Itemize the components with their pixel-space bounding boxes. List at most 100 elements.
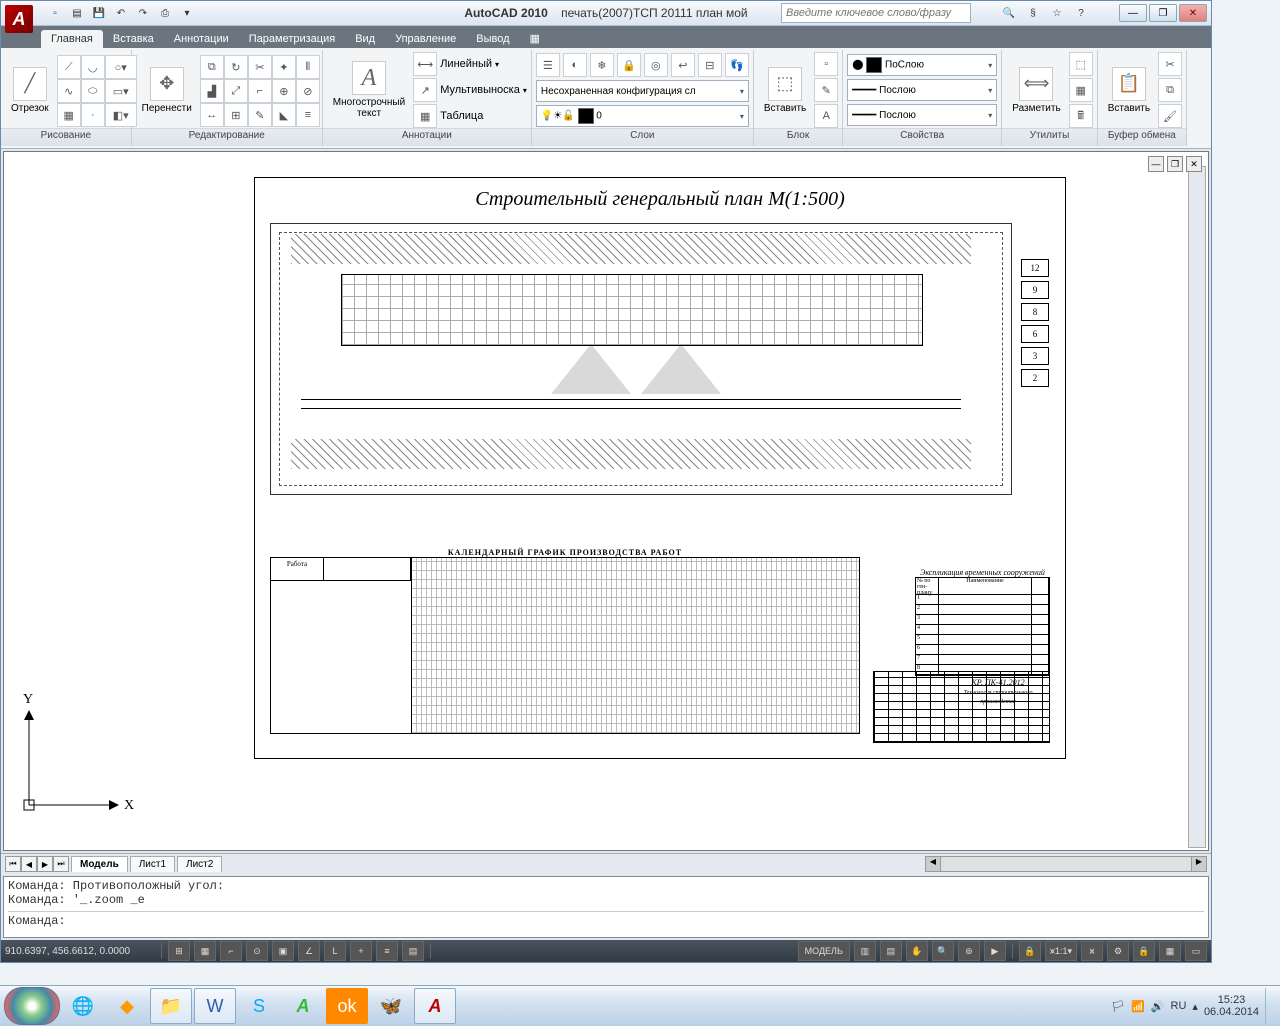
dyn-btn[interactable]: + bbox=[350, 941, 372, 961]
tb-skype[interactable]: S bbox=[238, 988, 280, 1024]
hw-accel[interactable]: ▦ bbox=[1159, 941, 1181, 961]
align-btn[interactable]: ≡ bbox=[296, 103, 320, 127]
rotate-btn[interactable]: ↻ bbox=[224, 55, 248, 79]
polar-btn[interactable]: ⊙ bbox=[246, 941, 268, 961]
tb-chrome[interactable]: 🌐 bbox=[62, 988, 104, 1024]
tab-parametric[interactable]: Параметризация bbox=[239, 30, 345, 48]
scale-btn[interactable]: ⤢ bbox=[224, 79, 248, 103]
qat-more[interactable]: ▾ bbox=[177, 3, 197, 23]
qat-redo[interactable]: ↷ bbox=[133, 3, 153, 23]
dim-linear-label[interactable]: Линейный bbox=[440, 58, 492, 70]
table-icon[interactable]: ▦ bbox=[413, 104, 437, 128]
spline-btn[interactable]: ∿ bbox=[57, 79, 81, 103]
tab-home[interactable]: Главная bbox=[41, 30, 103, 48]
coordinates[interactable]: 910.6397, 456.6612, 0.0000 bbox=[5, 946, 155, 957]
mleader-label[interactable]: Мультивыноска bbox=[440, 84, 520, 96]
cmd-prompt[interactable]: Команда: bbox=[8, 911, 1204, 928]
stretch-btn[interactable]: ↔ bbox=[200, 103, 224, 127]
minimize-button[interactable]: ― bbox=[1119, 4, 1147, 22]
tab-next[interactable]: ▶ bbox=[37, 856, 53, 872]
arc-btn[interactable]: ◡ bbox=[81, 55, 105, 79]
help-search[interactable] bbox=[781, 3, 971, 23]
mleader-icon[interactable]: ↗ bbox=[413, 78, 437, 102]
app-logo[interactable]: A bbox=[5, 5, 33, 33]
insert-block-button[interactable]: ⬚Вставить bbox=[758, 52, 812, 128]
lwt-btn[interactable]: ≡ bbox=[376, 941, 398, 961]
layer-combo[interactable]: 💡☀🔓 0▾ bbox=[536, 105, 749, 127]
color-combo[interactable]: ⬤ ПоСлою▾ bbox=[847, 54, 997, 76]
paste-button[interactable]: 📋Вставить bbox=[1102, 52, 1156, 128]
layer-config-combo[interactable]: Несохраненная конфигурация сл▾ bbox=[536, 80, 749, 102]
table-label[interactable]: Таблица bbox=[440, 110, 483, 122]
ortho-btn[interactable]: ⌐ bbox=[220, 941, 242, 961]
close-button[interactable]: ✕ bbox=[1179, 4, 1207, 22]
tab-last[interactable]: ⏭ bbox=[53, 856, 69, 872]
drawing-area[interactable]: ―❐✕ Строительный генеральный план М(1:50… bbox=[3, 151, 1209, 851]
tray-sound[interactable]: 🔊 bbox=[1151, 1000, 1165, 1013]
tab-express[interactable]: ▦ bbox=[520, 29, 550, 48]
create-block-btn[interactable]: ▫ bbox=[814, 52, 838, 76]
layer-iso-btn[interactable]: ◎ bbox=[644, 53, 668, 77]
array-btn[interactable]: ⊞ bbox=[224, 103, 248, 127]
break-btn[interactable]: ⊘ bbox=[296, 79, 320, 103]
snap-btn[interactable]: ⊞ bbox=[168, 941, 190, 961]
point-btn[interactable]: · bbox=[81, 103, 105, 127]
wheel-btn[interactable]: ⊚ bbox=[958, 941, 980, 961]
qp-btn[interactable]: ▤ bbox=[402, 941, 424, 961]
layer-prev-btn[interactable]: ↩ bbox=[671, 53, 695, 77]
pan-btn[interactable]: ✋ bbox=[906, 941, 928, 961]
annovisibility[interactable]: ⩙ bbox=[1081, 941, 1103, 961]
annoscale[interactable]: ⩙ 1:1 ▾ bbox=[1045, 941, 1077, 961]
layout-sheet2[interactable]: Лист2 bbox=[177, 856, 222, 872]
clean-screen[interactable]: ▭ bbox=[1185, 941, 1207, 961]
tray-lang[interactable]: RU bbox=[1171, 1000, 1187, 1012]
tb-butterfly[interactable]: 🦋 bbox=[370, 988, 412, 1024]
quickview-layouts[interactable]: ▥ bbox=[854, 941, 876, 961]
layer-lock-btn[interactable]: 🔒 bbox=[617, 53, 641, 77]
tb-word[interactable]: W bbox=[194, 988, 236, 1024]
vscrollbar[interactable] bbox=[1188, 166, 1206, 848]
qat-undo[interactable]: ↶ bbox=[111, 3, 131, 23]
mirror-btn[interactable]: ▟ bbox=[200, 79, 224, 103]
hatch-btn[interactable]: ▦ bbox=[57, 103, 81, 127]
help-icon[interactable]: ? bbox=[1071, 3, 1091, 23]
copy-clip-btn[interactable]: ⧉ bbox=[1158, 78, 1182, 102]
chamfer-btn[interactable]: ◣ bbox=[272, 103, 296, 127]
grid-btn[interactable]: ▦ bbox=[194, 941, 216, 961]
tb-aimp[interactable]: ◆ bbox=[106, 988, 148, 1024]
fillet-btn[interactable]: ⌐ bbox=[248, 79, 272, 103]
edit-block-btn[interactable]: ✎ bbox=[814, 78, 838, 102]
tab-prev[interactable]: ◀ bbox=[21, 856, 37, 872]
line-button[interactable]: ╱Отрезок bbox=[5, 52, 55, 128]
subscription-icon[interactable]: § bbox=[1023, 3, 1043, 23]
tb-autocad-green[interactable]: A bbox=[282, 988, 324, 1024]
qat-new[interactable]: ▫ bbox=[45, 3, 65, 23]
mdi-max[interactable]: ❐ bbox=[1167, 156, 1183, 172]
layout-sheet1[interactable]: Лист1 bbox=[130, 856, 175, 872]
selectall-btn[interactable]: ▦ bbox=[1069, 78, 1093, 102]
explode-btn[interactable]: ✦ bbox=[272, 55, 296, 79]
comm-icon[interactable]: ☆ bbox=[1047, 3, 1067, 23]
move-button[interactable]: ✥Перенести bbox=[136, 52, 198, 128]
maximize-button[interactable]: ❐ bbox=[1149, 4, 1177, 22]
show-desktop[interactable] bbox=[1265, 988, 1276, 1024]
layer-walk-btn[interactable]: 👣 bbox=[725, 53, 749, 77]
model-space-btn[interactable]: МОДЕЛЬ bbox=[798, 941, 850, 961]
zoom-btn[interactable]: 🔍 bbox=[932, 941, 954, 961]
tb-explorer[interactable]: 📁 bbox=[150, 988, 192, 1024]
tab-first[interactable]: ⏮ bbox=[5, 856, 21, 872]
annoscale-lock[interactable]: 🔒 bbox=[1019, 941, 1041, 961]
layer-state-btn[interactable]: ⊟ bbox=[698, 53, 722, 77]
polyline-btn[interactable]: ⟋ bbox=[57, 55, 81, 79]
tab-output[interactable]: Вывод bbox=[466, 30, 519, 48]
mdi-close[interactable]: ✕ bbox=[1186, 156, 1202, 172]
qat-open[interactable]: ▤ bbox=[67, 3, 87, 23]
quickview-drawings[interactable]: ▤ bbox=[880, 941, 902, 961]
match-btn[interactable]: 🖌 bbox=[1158, 104, 1182, 128]
tb-autocad-red[interactable]: A bbox=[414, 988, 456, 1024]
qat-print[interactable]: ⎙ bbox=[155, 3, 175, 23]
offset-btn[interactable]: ⦀ bbox=[296, 55, 320, 79]
qat-save[interactable]: 💾 bbox=[89, 3, 109, 23]
layer-freeze-btn[interactable]: ❄ bbox=[590, 53, 614, 77]
layer-prop-btn[interactable]: ☰ bbox=[536, 53, 560, 77]
